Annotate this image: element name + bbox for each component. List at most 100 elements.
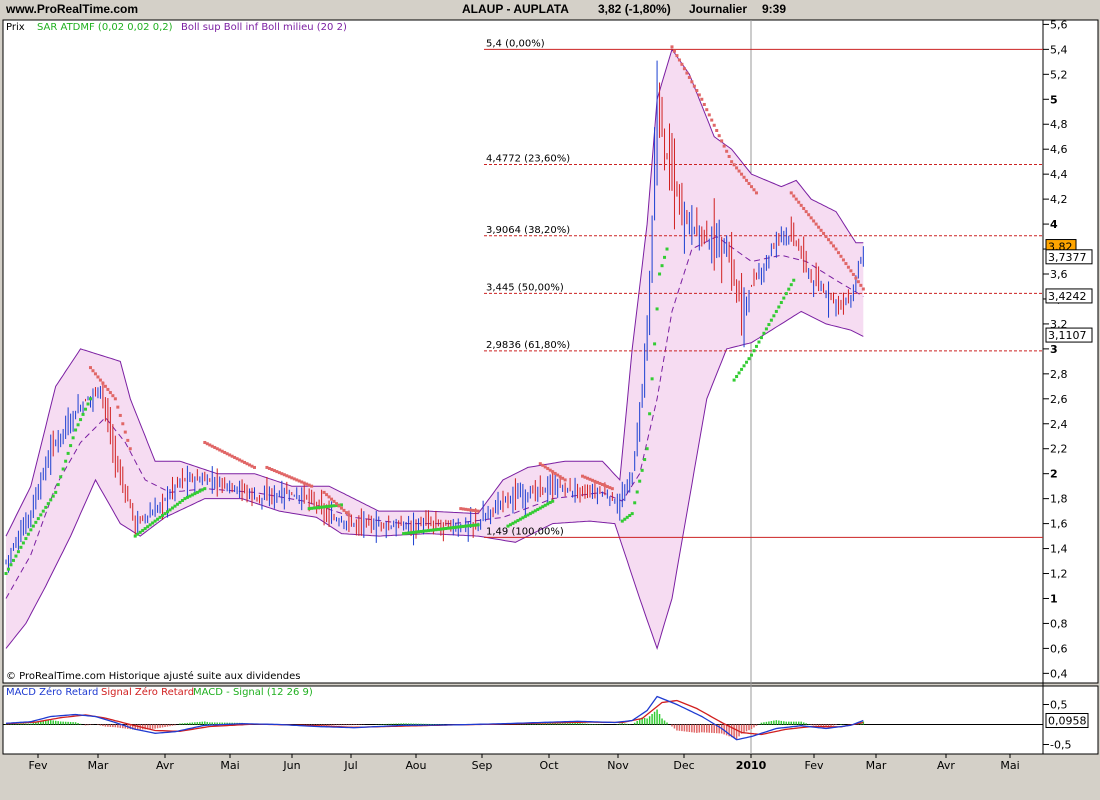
sar-dot-up [551,499,555,503]
sar-dot-down [118,413,122,417]
sar-dot-up [203,487,207,491]
period[interactable]: Journalier [689,1,747,17]
sar-dot-up [638,479,642,483]
sar-dot-down [844,262,848,266]
sar-dot-down [126,438,130,442]
sar-dot-down [789,191,793,195]
price-tick-label: 0,4 [1050,667,1068,680]
sar-dot-down [802,206,806,210]
sar-dot-up [779,301,783,305]
sar-dot-down [121,422,125,426]
time-tick-label: Avr [156,759,174,772]
macd-tick-label: 0,5 [1050,699,1068,712]
time-tick-label: Aou [405,759,426,772]
sar-dot-up [754,344,758,348]
sar-dot-down [692,84,696,88]
time-tick-label: Sep [472,759,493,772]
sar-dot-up [69,444,73,448]
time-tick-label: Fev [28,759,47,772]
price-tick-label: 5,6 [1050,18,1068,31]
price-tick-label: 2,2 [1050,443,1068,456]
sar-dot-up [750,353,753,357]
sar-dot-down [841,258,845,262]
sar-dot-up [21,541,25,545]
legend-macd-hist: MACD - Signal (12 26 9) [193,687,313,698]
sar-dot-up [742,364,746,368]
sar-dot-up [648,412,652,416]
site-name[interactable]: www.ProRealTime.com [6,1,138,17]
sar-dot-up [81,412,85,416]
time-tick-label: Jul [343,759,357,772]
sar-dot-down [822,231,826,235]
sar-dot-down [834,247,838,251]
sar-dot-down [310,484,314,488]
sar-dot-down [735,166,739,170]
sar-dot-down [113,397,117,401]
sar-dot-down [93,372,97,376]
sar-dot-down [727,154,731,158]
sar-dot-up [64,459,68,463]
sar-dot-down [859,283,863,287]
sar-dot-down [832,244,836,248]
sar-dot-down [712,123,716,127]
time-tick-label: Fev [804,759,823,772]
time-tick-label: Mai [220,759,239,772]
sar-dot-down [812,219,816,223]
sar-dot-up [4,572,8,576]
sar-dot-down [672,49,676,53]
price-tick-label: 0,6 [1050,642,1068,655]
sar-dot-down [854,276,858,280]
price-tick-label: 1,8 [1050,493,1068,506]
sar-dot-up [71,436,75,440]
sar-dot-down [116,405,120,409]
sar-dot-up [660,264,664,268]
legend-signal: Signal Zéro Retard [101,686,194,698]
fib-level-label: 5,4 (0,00%) [486,38,545,49]
sar-dot-up [735,375,739,379]
time-tick-label: Mai [1000,759,1019,772]
fib-level-label: 1,49 (100,00%) [486,526,564,537]
time-tick-label: 2010 [736,759,767,772]
sar-dot-down [715,128,719,132]
legend-bollinger: Boll sup Boll inf Boll milieu (20 2) [181,22,347,33]
sar-dot-down [700,97,704,101]
sar-dot-down [737,169,741,173]
sar-dot-down [792,194,796,198]
sar-dot-down [861,287,865,291]
sar-dot-up [88,397,92,401]
sar-dot-down [829,241,833,245]
sar-dot-up [34,520,38,524]
sar-dot-down [730,160,734,164]
sar-dot-down [817,225,821,229]
sar-dot-up [762,331,766,335]
sar-dot-up [49,498,53,502]
sar-dot-up [74,428,78,432]
copyright-note: © ProRealTime.com Historique ajusté suit… [6,670,300,682]
price-tick-label: 2 [1050,468,1058,481]
sar-dot-up [51,494,55,498]
sar-dot-down [710,118,714,122]
sar-dot-up [732,378,736,382]
fib-level-label: 3,9064 (38,20%) [486,225,570,236]
time-tick-label: Mar [866,759,887,772]
price-tick-label: 2,6 [1050,393,1068,406]
sar-dot-down [128,447,132,451]
sar-dot-up [745,360,749,364]
time-tick-label: Avr [937,759,955,772]
sar-dot-up [655,307,659,311]
sar-dot-up [54,490,58,494]
sar-dot-down [690,80,694,84]
legend-macd: MACD Zéro Retard [6,686,98,698]
sar-dot-down [839,254,843,258]
sar-dot-down [836,251,840,255]
price-tick-label: 5,2 [1050,68,1068,81]
sar-dot-up [784,292,788,296]
sar-dot-up [792,278,796,282]
sar-dot-up [14,554,18,558]
sar-dot-down [807,213,811,217]
time-tick-label: Dec [673,759,694,772]
fib-level-label: 3,445 (50,00%) [486,282,564,293]
sar-dot-down [742,175,746,179]
sar-dot-up [769,318,773,322]
sar-dot-down [799,203,803,207]
